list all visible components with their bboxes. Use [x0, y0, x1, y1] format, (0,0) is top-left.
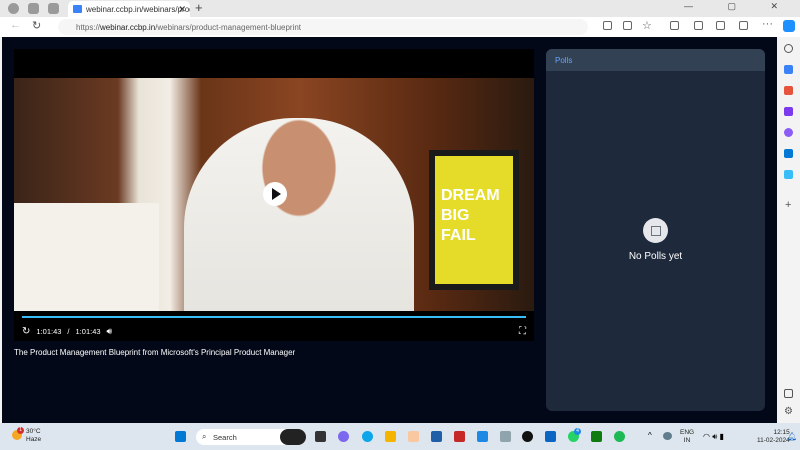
back-icon[interactable]: ←: [10, 19, 21, 31]
window-controls[interactable]: — ▢ ✕: [684, 1, 794, 12]
profile-icon[interactable]: [8, 3, 19, 14]
speaker: [184, 118, 414, 311]
wifi-volume-battery-icons[interactable]: ◠ 🔊︎ ▮: [703, 432, 724, 442]
tab-title: webinar.ccbp.in/webinars/produ: [86, 5, 190, 14]
workspaces-icon[interactable]: [28, 3, 39, 14]
drop-icon[interactable]: [784, 170, 793, 179]
notification-bell-icon[interactable]: 🔔︎: [787, 432, 797, 441]
polls-panel: Polls No Polls yet: [546, 49, 765, 411]
outlook-icon[interactable]: [784, 149, 793, 158]
whatsapp-badge: 4: [574, 428, 581, 435]
polls-header: Polls: [546, 49, 765, 71]
favorite-star-icon[interactable]: ☆: [642, 19, 652, 32]
app-icon[interactable]: [408, 431, 419, 442]
region-code: IN: [683, 437, 691, 444]
tab-bar: webinar.ccbp.in/webinars/produ ✕ + — ▢ ✕: [0, 0, 800, 17]
url-input[interactable]: https://webinar.ccbp.in/webinars/product…: [58, 19, 588, 35]
start-icon[interactable]: [175, 431, 186, 442]
task-view-icon[interactable]: [315, 431, 326, 442]
more-icon[interactable]: ···: [762, 18, 773, 30]
lang-code: ENG: [680, 429, 695, 436]
extensions-icon[interactable]: [739, 21, 748, 30]
spotify-icon[interactable]: [614, 431, 625, 442]
search-placeholder: Search: [213, 433, 237, 442]
settings-icon[interactable]: ⚙: [784, 406, 793, 417]
taskbar-search[interactable]: ⌕ Search: [196, 429, 306, 445]
fullscreen-icon[interactable]: ⛶: [519, 326, 526, 337]
poster: DREAM BIG FAIL: [429, 150, 519, 290]
teams-icon[interactable]: [338, 431, 349, 442]
shelf: [14, 203, 159, 311]
poster-text: DREAM BIG FAIL: [435, 156, 513, 284]
split-screen-icon[interactable]: [670, 21, 679, 30]
sidebar-toggle-icon[interactable]: [784, 389, 793, 398]
x-icon[interactable]: [522, 431, 533, 442]
tools-icon[interactable]: [784, 86, 793, 95]
shopping-icon[interactable]: [784, 65, 793, 74]
app2-icon[interactable]: [477, 431, 488, 442]
search-icon[interactable]: [784, 44, 793, 53]
favorites-icon[interactable]: [694, 21, 703, 30]
search-icon: ⌕: [202, 432, 207, 441]
collections-icon[interactable]: [716, 21, 725, 30]
language-indicator[interactable]: ENG IN: [680, 429, 694, 445]
browser-tab[interactable]: webinar.ccbp.in/webinars/produ ✕: [68, 1, 190, 17]
copilot-taskbar-icon[interactable]: [280, 429, 306, 445]
games-icon[interactable]: [784, 107, 793, 116]
url-path: /webinars/product-management-blueprint: [155, 23, 302, 32]
refresh-icon[interactable]: ↻: [32, 19, 41, 32]
url-prefix: https://: [76, 23, 101, 32]
store-icon[interactable]: [431, 431, 442, 442]
add-icon[interactable]: +: [785, 199, 791, 211]
close-tab-icon[interactable]: ✕: [178, 4, 186, 15]
weather-condition: Haze: [26, 436, 42, 443]
linkedin-icon[interactable]: [545, 431, 556, 442]
favicon-icon: [73, 5, 82, 13]
onedrive-icon[interactable]: [663, 432, 672, 440]
volume-icon[interactable]: 🔊︎: [107, 326, 113, 337]
replay-icon[interactable]: ↻: [22, 326, 30, 337]
video-progress-bar[interactable]: [22, 316, 526, 318]
duration: 1:01:43: [75, 326, 101, 336]
temperature: 30°C: [26, 428, 41, 435]
apps-icon[interactable]: [603, 21, 612, 30]
time-separator: /: [67, 326, 70, 336]
current-time: 1:01:43: [36, 326, 62, 336]
edge-icon[interactable]: [362, 431, 373, 442]
chevron-up-icon[interactable]: ^: [648, 431, 652, 440]
app3-icon[interactable]: [500, 431, 511, 442]
play-button[interactable]: [263, 182, 287, 206]
url-host: webinar.ccbp.in: [100, 23, 156, 32]
read-aloud-icon[interactable]: [623, 21, 632, 30]
time: 12:15: [773, 429, 790, 436]
weather-badge: 1: [17, 427, 24, 434]
new-tab-button[interactable]: +: [195, 0, 203, 15]
mcafee-icon[interactable]: [454, 431, 465, 442]
date: 11-02-2024: [757, 437, 790, 444]
weather-widget[interactable]: 30°C Haze 1: [12, 427, 42, 444]
no-polls-text: No Polls yet: [628, 251, 683, 262]
tab-actions-icon[interactable]: [48, 3, 59, 14]
clock[interactable]: 12:15 11-02-2024: [757, 429, 790, 445]
copilot-sidebar-icon[interactable]: [784, 128, 793, 137]
video-controls: ↻ 1:01:43 / 1:01:43 🔊︎ ⛶: [22, 324, 526, 338]
xbox-icon[interactable]: [591, 431, 602, 442]
file-explorer-icon[interactable]: [385, 431, 396, 442]
copilot-icon[interactable]: [783, 20, 795, 32]
poll-chart-icon: [643, 218, 668, 243]
webinar-title: The Product Management Blueprint from Mi…: [14, 348, 296, 357]
